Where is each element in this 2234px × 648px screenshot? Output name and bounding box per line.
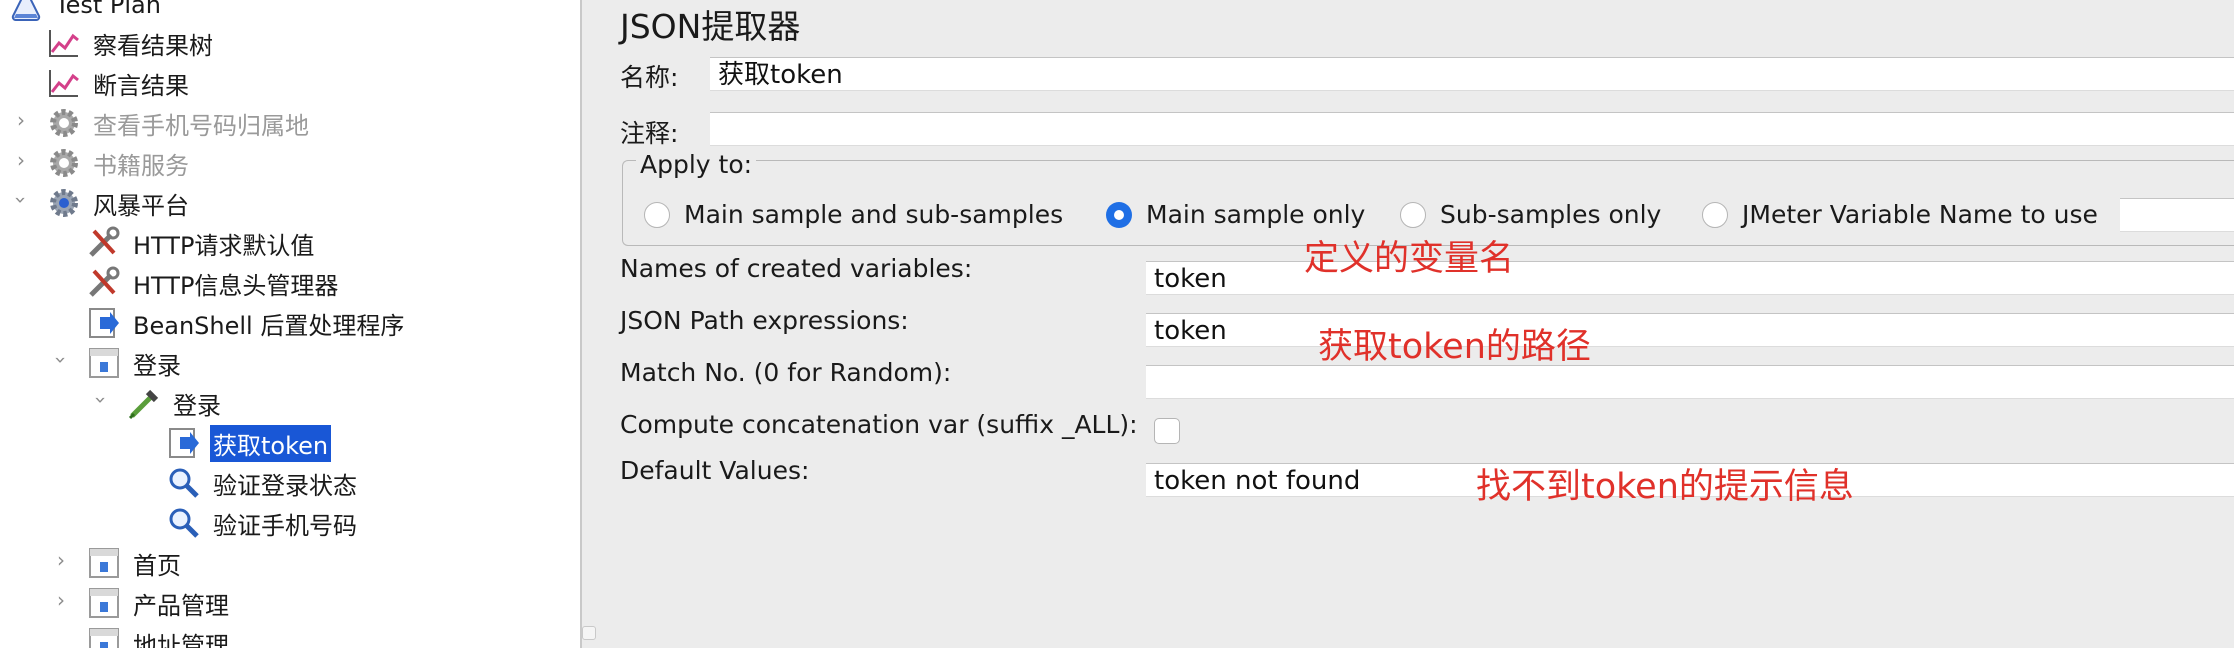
tree-node-phone-location[interactable]: 查看手机号码归属地 [46,104,312,142]
controller-icon [86,586,122,620]
magnifier-icon [166,466,202,500]
tree-node-login-sampler[interactable]: 登录 [126,384,224,422]
tree-node-address-management[interactable]: 地址管理 [86,624,232,648]
split-pane-divider[interactable] [580,0,582,648]
tree-node-test-plan[interactable]: Test Plan [8,0,164,24]
match-no-label: Match No. (0 for Random): [620,358,952,387]
comment-field[interactable] [710,112,2234,146]
default-values-label: Default Values: [620,456,810,485]
radio-main-and-sub-samples[interactable]: Main sample and sub-samples [644,200,1063,229]
radio-unchecked-icon [1702,201,1728,228]
name-label: 名称: [620,63,679,92]
tree-node-label: 登录 [173,391,221,420]
radio-unchecked-icon [644,201,670,228]
annotation-default-value: 找不到token的提示信息 [1476,467,1854,507]
tree-node-label: 产品管理 [133,591,229,620]
controller-icon [86,346,122,380]
panel-title: JSON提取器 [620,7,801,46]
tree-node-label: Test Plan [55,0,161,19]
collapse-chevron-icon[interactable]: › [9,189,33,211]
tree-node-book-service[interactable]: 书籍服务 [46,144,192,182]
tree-node-login-controller[interactable]: 登录 [86,344,184,382]
annotation-json-path: 获取token的路径 [1318,327,1591,367]
names-of-variables-label: Names of created variables: [620,254,973,283]
tree-node-home[interactable]: 首页 [86,544,184,582]
magnifier-icon [166,506,202,540]
tree-node-label: 验证手机号码 [213,511,357,540]
tree-node-label: 断言结果 [93,71,189,100]
tree-node-label: 验证登录状态 [213,471,357,500]
tree-node-label: 首页 [133,551,181,580]
tree-node-verify-login-status[interactable]: 验证登录状态 [166,464,360,502]
radio-checked-icon [1106,201,1132,228]
tree-node-get-token[interactable]: 获取token [166,424,332,462]
test-plan-tree[interactable]: Test Plan 察看结果树 断言结果 › 查看手机号码归属地 › 书籍服务 … [0,0,580,648]
controller-icon [86,626,122,648]
expand-chevron-icon[interactable]: › [50,588,72,612]
tree-node-label: 获取token [210,424,332,462]
jmeter-variable-field[interactable] [2120,198,2234,232]
radio-unchecked-icon [1400,201,1426,228]
tree-node-label: 书籍服务 [93,151,189,180]
tree-node-label: 察看结果树 [93,31,213,60]
match-no-field[interactable] [1146,365,2234,399]
radio-jmeter-variable[interactable]: JMeter Variable Name to use [1702,200,2098,229]
apply-to-legend: Apply to: [636,150,757,179]
radio-sub-samples-only[interactable]: Sub-samples only [1400,200,1661,229]
compute-concatenation-checkbox[interactable] [1154,418,1180,444]
tree-node-storm-platform[interactable]: 风暴平台 [46,184,192,222]
tree-node-product-management[interactable]: 产品管理 [86,584,232,622]
split-pane-handle[interactable] [582,626,596,640]
tree-node-label: 地址管理 [133,631,229,648]
tree-node-label: 风暴平台 [93,191,189,220]
radio-label: JMeter Variable Name to use [1742,200,2098,229]
tree-node-beanshell-postprocessor[interactable]: BeanShell 后置处理程序 [86,304,407,342]
tree-node-label: 查看手机号码归属地 [93,111,309,140]
tree-node-assertion-results[interactable]: 断言结果 [46,64,192,102]
annotation-variable-name: 定义的变量名 [1304,239,1515,279]
radio-label: Main sample only [1146,200,1366,229]
tree-node-view-results-tree[interactable]: 察看结果树 [46,24,216,62]
name-field[interactable]: 获取token [710,57,2234,91]
expand-chevron-icon[interactable]: › [10,108,32,132]
gear-icon [46,106,82,140]
collapse-chevron-icon[interactable]: › [49,349,73,371]
tree-node-label: 登录 [133,351,181,380]
radio-label: Sub-samples only [1440,200,1662,229]
tree-node-http-header-manager[interactable]: HTTP信息头管理器 [86,264,341,302]
tree-node-label: HTTP信息头管理器 [133,271,339,300]
listener-chart-icon [46,66,82,100]
wrench-icon [86,226,122,260]
controller-icon [86,546,122,580]
tree-node-verify-phone[interactable]: 验证手机号码 [166,504,360,542]
json-path-field[interactable]: token [1146,313,2234,347]
sampler-pipette-icon [126,386,162,420]
gear-icon [46,186,82,220]
comment-label: 注释: [620,119,679,148]
collapse-chevron-icon[interactable]: › [89,389,113,411]
test-plan-flask-icon [8,0,44,22]
expand-chevron-icon[interactable]: › [50,548,72,572]
json-path-label: JSON Path expressions: [620,306,909,335]
listener-chart-icon [46,26,82,60]
radio-main-sample-only[interactable]: Main sample only [1106,200,1365,229]
postprocessor-icon [86,306,122,340]
expand-chevron-icon[interactable]: › [10,148,32,172]
gear-icon [46,146,82,180]
tree-node-label: HTTP请求默认值 [133,231,315,260]
wrench-icon [86,266,122,300]
postprocessor-icon [166,426,202,460]
radio-label: Main sample and sub-samples [684,200,1064,229]
tree-node-label: BeanShell 后置处理程序 [133,311,405,340]
compute-concatenation-label: Compute concatenation var (suffix _ALL): [620,410,1138,439]
tree-node-http-defaults[interactable]: HTTP请求默认值 [86,224,317,262]
